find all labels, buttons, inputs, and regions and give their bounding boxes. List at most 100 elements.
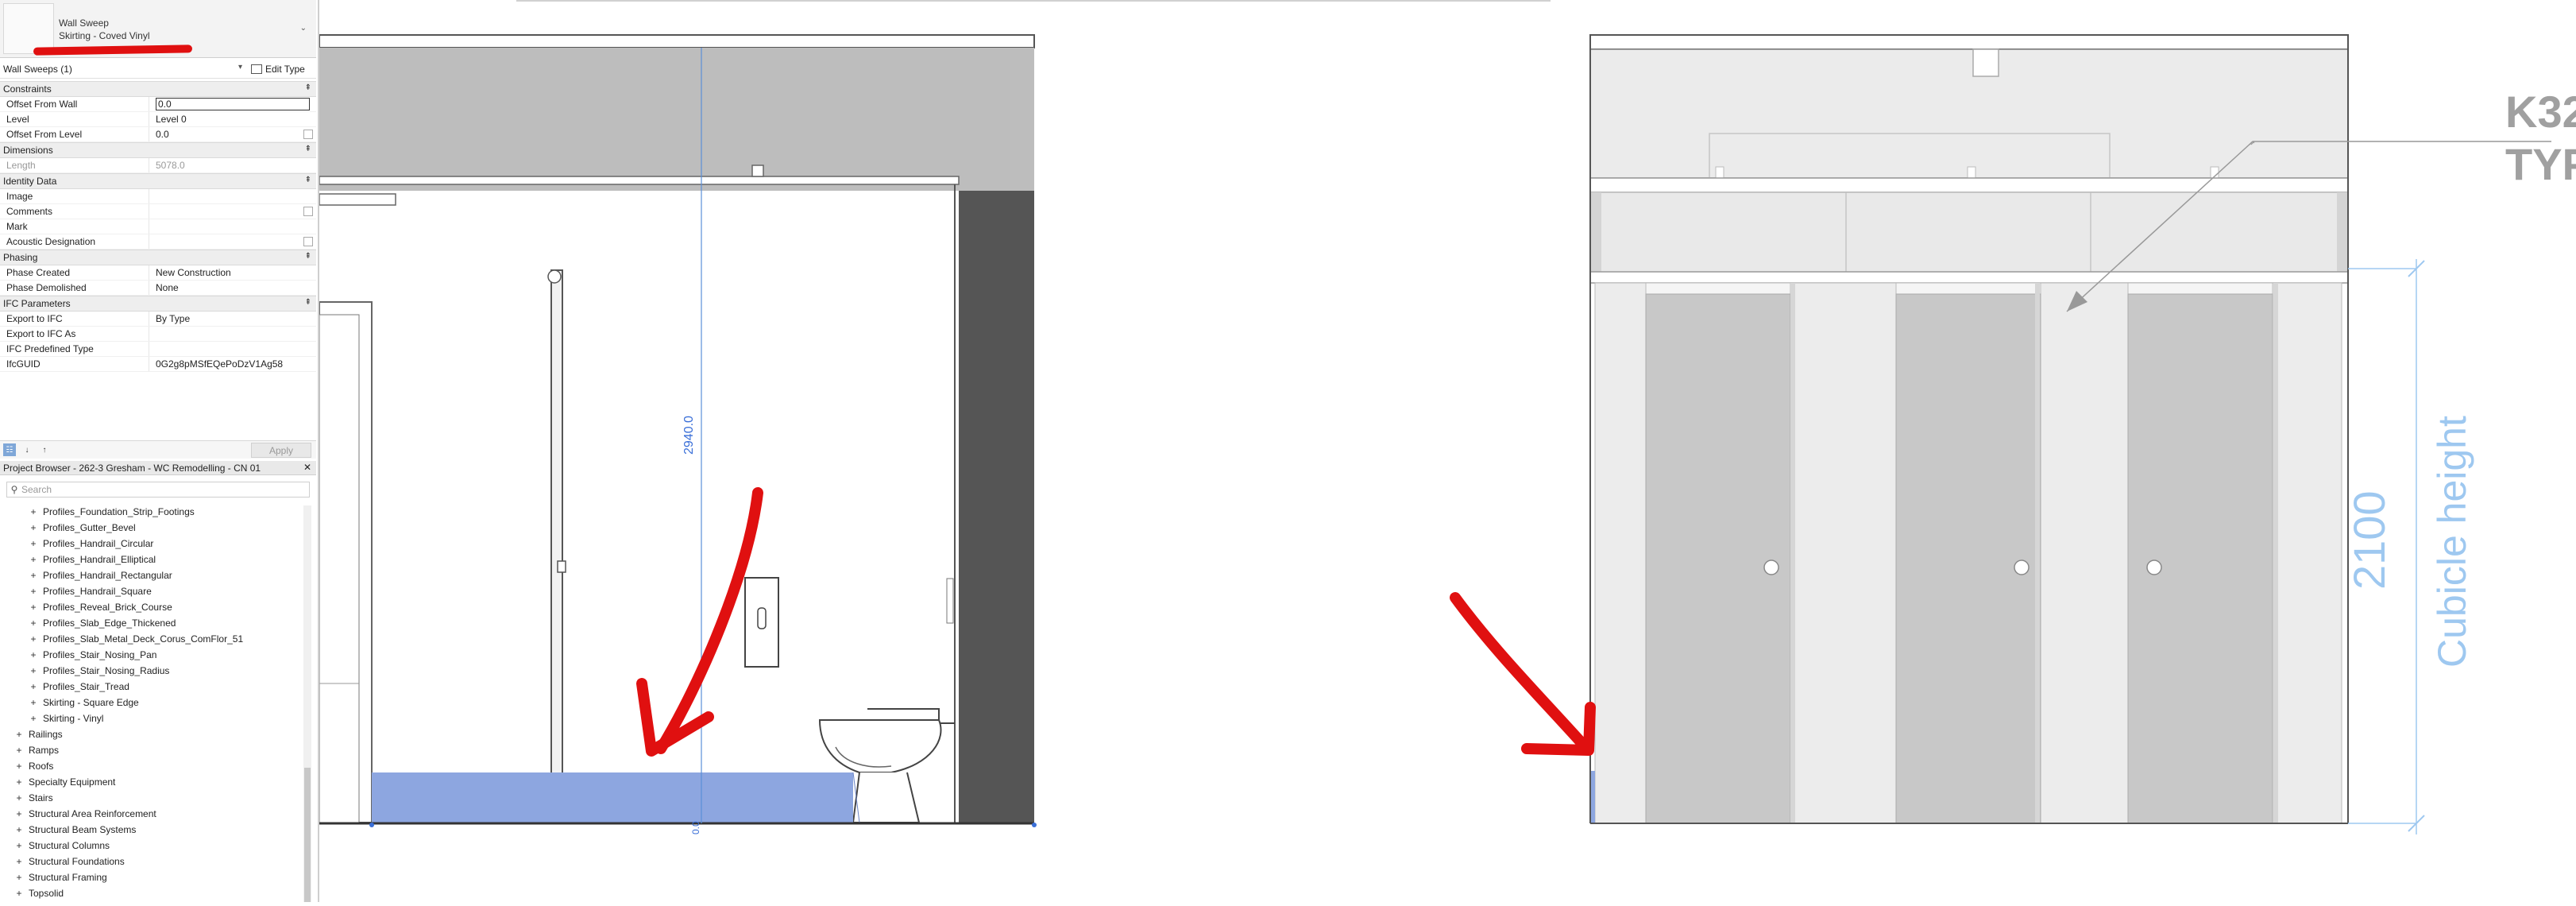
apply-button[interactable]: Apply (251, 443, 311, 458)
tree-item[interactable]: + Structural Foundations (0, 854, 302, 869)
prop-value[interactable]: Level 0 (149, 112, 316, 126)
collapse-icon[interactable]: ⇞ (305, 298, 311, 307)
prop-value[interactable]: None (149, 281, 316, 295)
prop-value[interactable]: 0.0 (149, 127, 316, 141)
skirting-sweep-highlight[interactable] (372, 772, 853, 823)
group-identity-data[interactable]: Identity Data ⇞ (0, 173, 316, 189)
expand-icon[interactable]: + (14, 776, 24, 788)
tree-item[interactable]: + Profiles_Handrail_Elliptical (0, 552, 302, 567)
tree-item[interactable]: + Profiles_Reveal_Brick_Course (0, 599, 302, 615)
prop-row[interactable]: Comments (0, 204, 316, 219)
expand-icon[interactable]: + (14, 729, 24, 740)
tree-item[interactable]: + Skirting - Vinyl (0, 710, 302, 726)
expand-icon[interactable]: + (29, 618, 38, 629)
drawing-viewport[interactable]: 2940.0 0.0 2100 Cubicle height K32 TY (319, 0, 2576, 902)
collapse-icon[interactable]: ⇞ (305, 145, 311, 153)
instance-filter[interactable]: Wall Sweeps (1) ▾ Edit Type (0, 60, 316, 79)
prop-value[interactable]: New Construction (149, 265, 316, 280)
expand-icon[interactable]: + (29, 681, 38, 692)
prop-row[interactable]: Phase Created New Construction (0, 265, 316, 281)
tree-item[interactable]: + Railings (0, 726, 302, 742)
sort-ascending-icon[interactable]: ↓ (21, 443, 33, 456)
tree-item[interactable]: + Profiles_Handrail_Rectangular (0, 567, 302, 583)
prop-value[interactable] (149, 342, 316, 356)
group-constraints[interactable]: Constraints ⇞ (0, 81, 316, 97)
tree-item[interactable]: + Profiles_Foundation_Strip_Footings (0, 504, 302, 520)
prop-row[interactable]: Acoustic Designation (0, 234, 316, 250)
close-icon[interactable]: ✕ (303, 462, 311, 473)
sort-descending-icon[interactable]: ↑ (38, 443, 51, 456)
collapse-icon[interactable]: ⇞ (305, 176, 311, 184)
group-ifc-parameters[interactable]: IFC Parameters ⇞ (0, 296, 316, 312)
expand-icon[interactable]: + (14, 840, 24, 851)
expand-icon[interactable]: + (29, 633, 38, 645)
tree-item[interactable]: + Profiles_Gutter_Bevel (0, 520, 302, 536)
search-input[interactable]: ⚲ Search (6, 482, 310, 498)
tag-label[interactable]: TYP (2505, 139, 2576, 189)
collapse-icon[interactable]: ⇞ (305, 252, 311, 261)
expand-icon[interactable]: + (14, 761, 24, 772)
tree-item[interactable]: + Profiles_Handrail_Square (0, 583, 302, 599)
tree-item[interactable]: + Structural Beam Systems (0, 822, 302, 838)
categorized-icon[interactable]: ☷ (3, 443, 16, 456)
expand-icon[interactable]: + (29, 713, 38, 724)
expand-icon[interactable]: + (14, 792, 24, 803)
prop-row[interactable]: Mark (0, 219, 316, 234)
group-phasing[interactable]: Phasing ⇞ (0, 250, 316, 265)
associate-param-checkbox[interactable] (303, 207, 313, 216)
left-elevation[interactable]: 2940.0 0.0 (319, 34, 1037, 834)
tree-item[interactable]: + Profiles_Stair_Nosing_Radius (0, 663, 302, 679)
tree-item[interactable]: + Profiles_Slab_Edge_Thickened (0, 615, 302, 631)
tree-item[interactable]: + Skirting - Square Edge (0, 695, 302, 710)
tree-item[interactable]: + Profiles_Stair_Tread (0, 679, 302, 695)
associate-param-checkbox[interactable] (303, 130, 313, 139)
prop-row[interactable]: IFC Predefined Type (0, 342, 316, 357)
prop-row[interactable]: Export to IFC By Type (0, 312, 316, 327)
elevation-views[interactable]: 2940.0 0.0 2100 Cubicle height K32 TY (319, 0, 2576, 902)
collapse-icon[interactable]: ⇞ (305, 83, 311, 92)
prop-row[interactable]: Offset From Level 0.0 (0, 127, 316, 142)
expand-icon[interactable]: + (29, 554, 38, 565)
prop-value[interactable] (149, 204, 316, 219)
expand-icon[interactable]: + (14, 888, 24, 899)
tree-item[interactable]: + Structural Area Reinforcement (0, 806, 302, 822)
tree-item[interactable]: + Profiles_Stair_Nosing_Pan (0, 647, 302, 663)
expand-icon[interactable]: + (14, 808, 24, 819)
dimension-label[interactable]: 0.0 (690, 821, 701, 834)
prop-value[interactable] (149, 189, 316, 203)
prop-row[interactable]: IfcGUID 0G2g8pMSfEQePoDzV1Ag58 (0, 357, 316, 372)
tree-item[interactable]: + Profiles_Slab_Metal_Deck_Corus_ComFlor_… (0, 631, 302, 647)
prop-row[interactable]: Phase Demolished None (0, 281, 316, 296)
scrollbar[interactable] (303, 505, 311, 902)
chevron-down-icon[interactable]: ⌄ (300, 24, 307, 33)
expand-icon[interactable]: + (29, 538, 38, 549)
associate-param-checkbox[interactable] (303, 237, 313, 246)
prop-row[interactable]: Export to IFC As (0, 327, 316, 342)
tree-item[interactable]: + Roofs (0, 758, 302, 774)
cubicle-height-dimension[interactable]: 2100 (2344, 490, 2394, 590)
group-dimensions[interactable]: Dimensions ⇞ (0, 142, 316, 158)
type-selector[interactable]: Wall Sweep Skirting - Coved Vinyl ⌄ (0, 0, 316, 58)
expand-icon[interactable]: + (29, 602, 38, 613)
tree-item[interactable]: + Topsolid (0, 885, 302, 901)
expand-icon[interactable]: + (29, 522, 38, 533)
cubicle-height-label[interactable]: Cubicle height (2430, 416, 2474, 668)
expand-icon[interactable]: + (14, 824, 24, 835)
prop-value[interactable] (149, 234, 316, 249)
prop-value-input[interactable]: 0.0 (149, 97, 316, 111)
edit-type-button[interactable]: Edit Type (251, 62, 305, 76)
expand-icon[interactable]: + (14, 745, 24, 756)
expand-icon[interactable]: + (29, 665, 38, 676)
tree-item[interactable]: + Structural Framing (0, 869, 302, 885)
tree-item[interactable]: + Ramps (0, 742, 302, 758)
prop-value[interactable] (149, 219, 316, 234)
tree-item[interactable]: + Structural Columns (0, 838, 302, 854)
expand-icon[interactable]: + (29, 506, 38, 517)
expand-icon[interactable]: + (29, 570, 38, 581)
tree-item[interactable]: + Specialty Equipment (0, 774, 302, 790)
expand-icon[interactable]: + (29, 697, 38, 708)
prop-value[interactable] (149, 327, 316, 341)
expand-icon[interactable]: + (29, 649, 38, 660)
dimension-label[interactable]: 2940.0 (682, 416, 696, 455)
right-elevation[interactable]: 2100 Cubicle height K32 TYP (1450, 34, 2576, 834)
